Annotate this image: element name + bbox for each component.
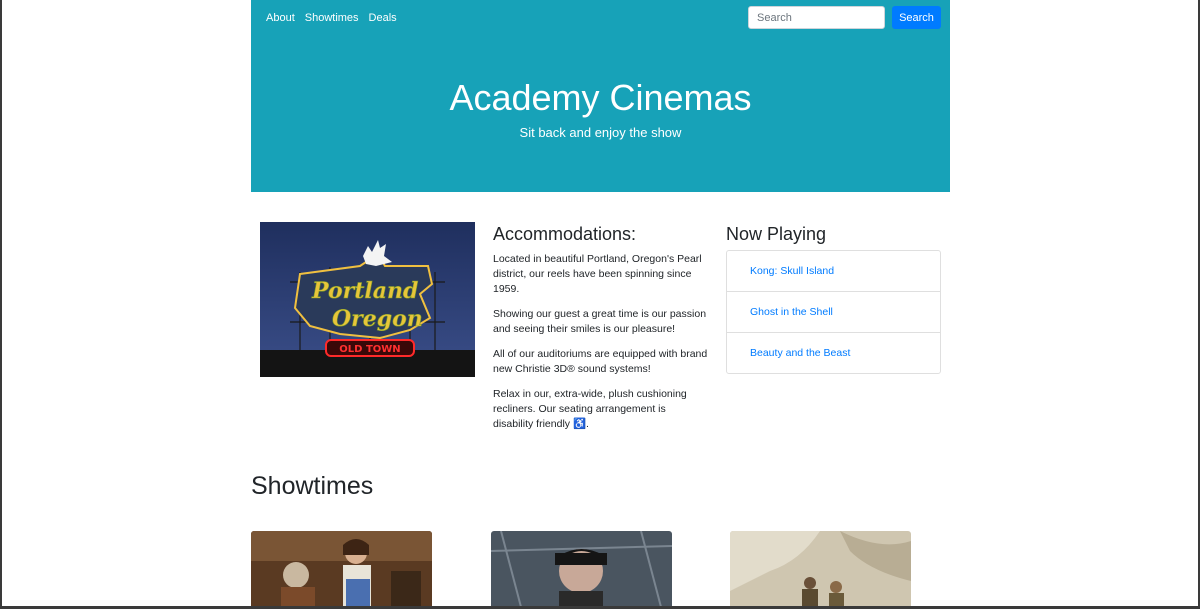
accommodations-paragraph: Located in beautiful Portland, Oregon's … (493, 253, 702, 295)
showtime-card-ghost-in-the-shell[interactable] (491, 531, 672, 607)
showtime-card-beauty-and-the-beast[interactable] (251, 531, 432, 607)
hero-title: Academy Cinemas (449, 77, 752, 118)
accommodations-heading: Accommodations: (493, 224, 637, 244)
window-border-left (0, 0, 2, 609)
movie-link-beauty-and-the-beast[interactable]: Beauty and the Beast (727, 333, 940, 373)
beauty-and-the-beast-poster (251, 531, 432, 607)
now-playing-list: Kong: Skull Island Ghost in the Shell Be… (726, 250, 941, 374)
nav-link-deals[interactable]: Deals (369, 12, 397, 24)
movie-link-kong[interactable]: Kong: Skull Island (727, 251, 940, 292)
search-button[interactable]: Search (892, 6, 941, 29)
movie-link-ghost-in-the-shell[interactable]: Ghost in the Shell (727, 292, 940, 333)
accommodations-paragraph: Relax in our, extra-wide, plush cushioni… (493, 388, 687, 430)
accommodations-section: Accommodations: Located in beautiful Por… (493, 222, 708, 442)
sign-portland-text: Portland (311, 278, 418, 304)
accommodations-paragraph: All of our auditoriums are equipped with… (493, 348, 708, 375)
showtimes-heading: Showtimes (251, 472, 374, 500)
nav-link-showtimes[interactable]: Showtimes (305, 12, 359, 24)
search-input[interactable] (748, 6, 885, 29)
accommodations-paragraph: Showing our guest a great time is our pa… (493, 308, 707, 335)
top-nav: About Showtimes Deals (266, 12, 397, 24)
sign-oregon-text: Oregon (332, 306, 423, 332)
now-playing-heading: Now Playing (726, 224, 827, 244)
showtime-card-kong-skull-island[interactable] (730, 531, 911, 607)
sign-old-town-text: OLD TOWN (339, 344, 400, 355)
nav-link-about[interactable]: About (266, 12, 295, 24)
ghost-in-the-shell-poster (491, 531, 672, 607)
portland-oregon-sign-image: Portland Oregon OLD TOWN (260, 222, 475, 377)
hero-subtitle: Sit back and enjoy the show (519, 125, 682, 140)
kong-skull-island-poster (730, 531, 911, 607)
site-header: About Showtimes Deals Search Academy Cin… (251, 0, 950, 192)
now-playing-section: Now Playing Kong: Skull Island Ghost in … (726, 222, 941, 374)
